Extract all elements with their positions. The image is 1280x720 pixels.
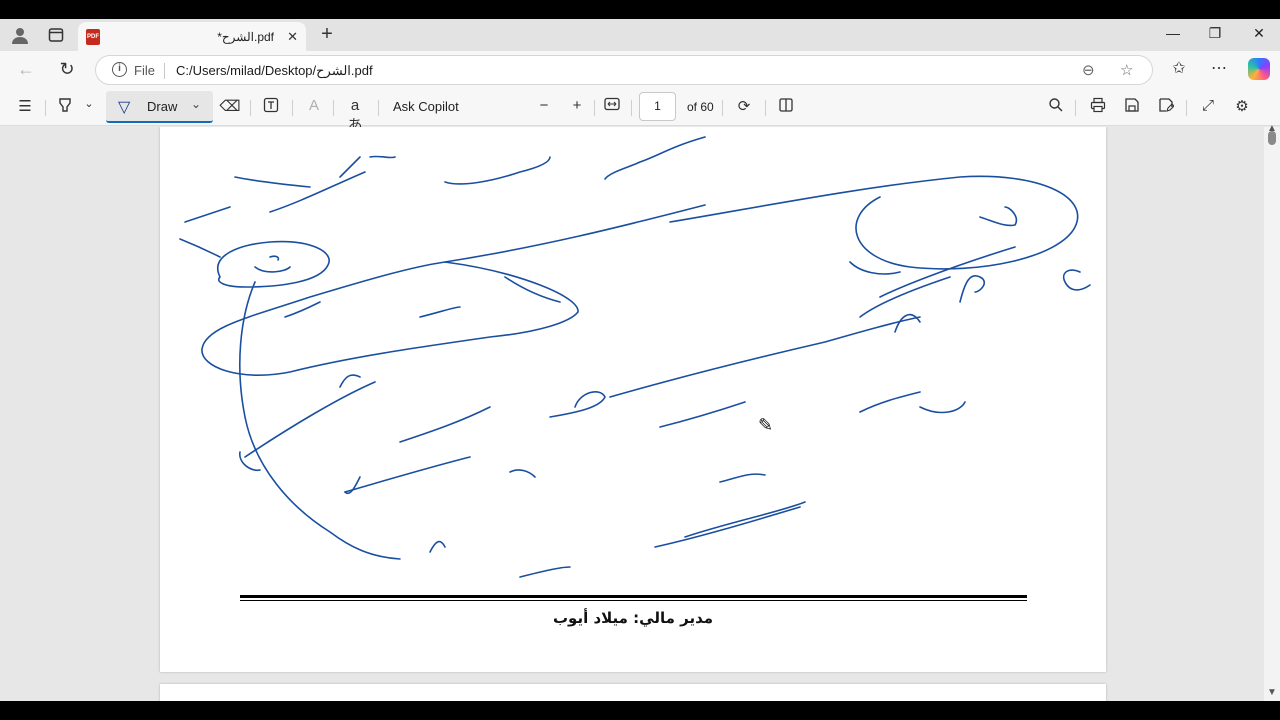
minimize-icon[interactable]: —: [1163, 25, 1183, 41]
toolbar-divider: [333, 100, 334, 116]
settings-gear-icon[interactable]: ⚙: [1231, 97, 1253, 115]
save-as-icon[interactable]: [1155, 97, 1177, 117]
close-window-icon[interactable]: ✕: [1249, 25, 1269, 42]
scrollbar-thumb[interactable]: [1268, 131, 1276, 145]
highlight-dropdown-icon[interactable]: ⌄: [78, 97, 100, 110]
pdf-page[interactable]: مدير مالي: ميلاد أيوب ✎: [160, 127, 1106, 672]
eraser-icon[interactable]: ⌫: [219, 97, 241, 115]
scroll-down-icon[interactable]: ▼: [1267, 687, 1277, 698]
read-aloud-icon[interactable]: A: [303, 97, 325, 114]
address-bar[interactable]: i File C:/Users/milad/Desktop/الشرح.pdf …: [95, 55, 1153, 85]
toolbar-divider: [45, 100, 46, 116]
fit-to-page-icon[interactable]: [601, 97, 623, 115]
zoom-out-button[interactable]: −: [533, 97, 555, 114]
toolbar-divider: [594, 100, 595, 116]
tab-title: *الشرح.pdf: [217, 29, 274, 44]
favorite-star-icon[interactable]: ☆: [1120, 61, 1133, 79]
draw-button[interactable]: ▽ Draw ⌄: [106, 91, 213, 123]
page-number-input[interactable]: 1: [639, 92, 676, 121]
tab-strip: PDF *الشرح.pdf ✕ + — ❐ ✕: [0, 19, 1280, 51]
new-tab-button[interactable]: +: [316, 23, 338, 47]
info-icon[interactable]: i: [112, 62, 127, 77]
more-options-icon[interactable]: ⋯: [1208, 58, 1230, 78]
save-icon[interactable]: [1121, 97, 1143, 117]
footer-rule-thin: [240, 600, 1027, 601]
address-url[interactable]: C:/Users/milad/Desktop/الشرح.pdf: [176, 63, 373, 79]
navigation-bar: ← ↻ i File C:/Users/milad/Desktop/الشرح.…: [0, 51, 1280, 89]
rotate-icon[interactable]: ⟳: [733, 97, 755, 115]
print-icon[interactable]: [1087, 97, 1109, 117]
address-divider: [164, 63, 165, 79]
back-button[interactable]: ←: [15, 59, 37, 80]
refresh-button[interactable]: ↻: [56, 59, 78, 80]
tab-actions-icon[interactable]: [45, 24, 67, 46]
draw-dropdown-icon[interactable]: ⌄: [191, 97, 201, 111]
toolbar-divider: [631, 100, 632, 116]
toolbar-divider: [292, 100, 293, 116]
pdf-file-icon: PDF: [86, 28, 100, 45]
browser-window: PDF *الشرح.pdf ✕ + — ❐ ✕ ← ↻ i File C:/U…: [0, 19, 1280, 701]
profile-icon[interactable]: [9, 24, 31, 46]
ask-copilot-button[interactable]: Ask Copilot: [393, 99, 459, 114]
pen-cursor-icon: ✎: [758, 415, 774, 435]
contents-icon[interactable]: ☰: [14, 97, 36, 115]
highlight-icon[interactable]: [54, 97, 76, 117]
footer-rule: [240, 595, 1027, 598]
pdf-page-next[interactable]: [160, 684, 1106, 701]
toolbar-divider: [378, 100, 379, 116]
toolbar-divider: [765, 100, 766, 116]
pdf-toolbar: ☰ ⌄ ▽ Draw ⌄ ⌫ A aあ Ask Copilot − + 1 of…: [0, 89, 1280, 134]
favorites-icon[interactable]: ✩: [1168, 58, 1190, 78]
footer-signature-text: مدير مالي: ميلاد أيوب: [552, 609, 714, 627]
page-view-icon[interactable]: [775, 97, 797, 117]
pdf-viewer[interactable]: مدير مالي: ميلاد أيوب ✎: [0, 127, 1280, 701]
add-text-icon[interactable]: [260, 97, 282, 117]
toolbar-divider: [250, 100, 251, 116]
toolbar-divider: [1186, 100, 1187, 116]
screen: PDF *الشرح.pdf ✕ + — ❐ ✕ ← ↻ i File C:/U…: [0, 0, 1280, 720]
search-icon[interactable]: [1045, 97, 1067, 117]
close-tab-icon[interactable]: ✕: [287, 29, 298, 45]
toolbar-divider: [1075, 100, 1076, 116]
draw-pen-icon: ▽: [118, 99, 131, 116]
restore-icon[interactable]: ❐: [1205, 25, 1225, 42]
zoom-out-icon[interactable]: ⊖: [1082, 61, 1095, 79]
address-scheme: File: [134, 63, 155, 78]
copilot-icon[interactable]: [1248, 58, 1270, 80]
fullscreen-icon[interactable]: ⤢: [1197, 97, 1219, 114]
ink-annotations[interactable]: [160, 127, 1106, 597]
page-total: of 60: [687, 100, 714, 114]
zoom-in-button[interactable]: +: [566, 97, 588, 114]
draw-label: Draw: [147, 99, 178, 114]
active-tab[interactable]: PDF *الشرح.pdf ✕: [78, 22, 306, 51]
vertical-scrollbar[interactable]: ▲ ▼: [1264, 123, 1280, 701]
toolbar-divider: [722, 100, 723, 116]
